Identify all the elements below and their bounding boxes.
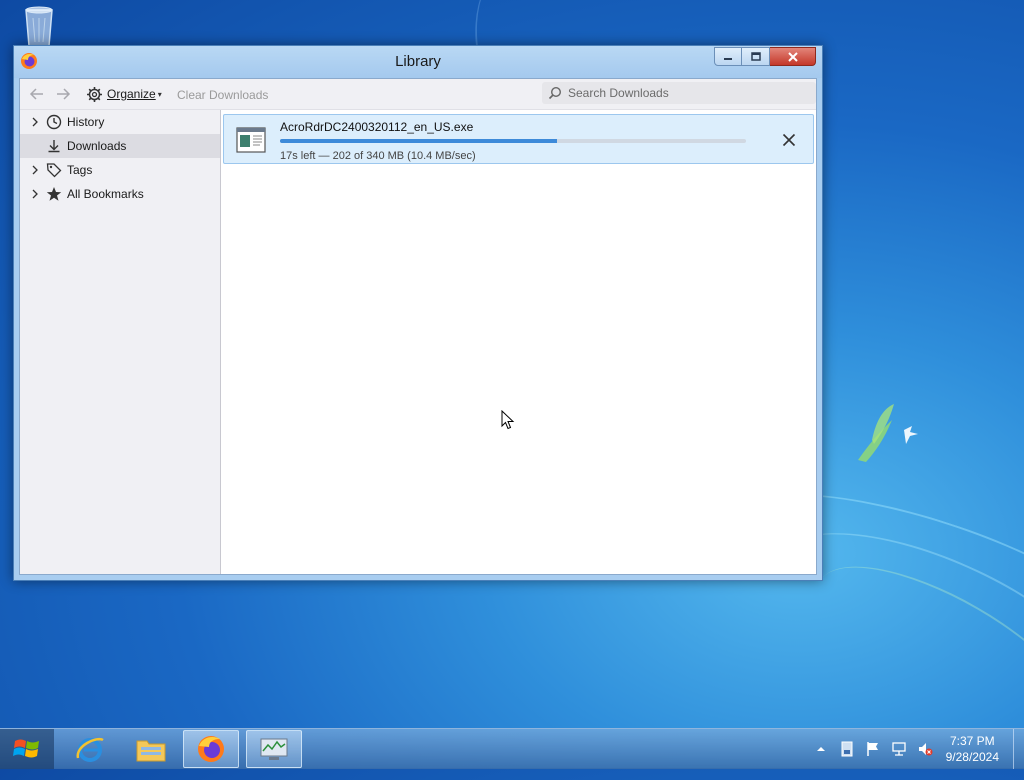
taskbar-clock[interactable]: 7:37 PM 9/28/2024 <box>946 733 999 765</box>
gear-icon <box>87 86 102 102</box>
window-controls <box>714 47 816 67</box>
system-tray: 7:37 PM 9/28/2024 <box>808 729 1024 769</box>
library-window: Library Organize ▾ Clear Downloads Searc… <box>13 45 823 581</box>
chevron-right-icon[interactable] <box>28 117 42 127</box>
chevron-right-icon[interactable] <box>28 165 42 175</box>
executable-file-icon <box>236 127 266 153</box>
maximize-icon <box>750 52 761 61</box>
start-button[interactable] <box>0 729 54 769</box>
download-icon <box>45 137 63 155</box>
search-icon <box>548 86 562 100</box>
search-box[interactable] <box>542 82 816 104</box>
sidebar-tree: History Downloads Tags All Bookmarks <box>20 110 221 574</box>
volume-muted-icon[interactable] <box>917 741 933 757</box>
back-arrow-icon[interactable] <box>28 85 46 103</box>
file-explorer-button[interactable] <box>123 730 179 768</box>
title-bar[interactable]: Library <box>14 46 822 78</box>
show-desktop-button[interactable] <box>1013 729 1024 769</box>
performance-monitor-button[interactable] <box>246 730 302 768</box>
close-icon <box>787 51 798 62</box>
downloads-list: AcroRdrDC2400320112_en_US.exe 17s left —… <box>221 110 816 574</box>
clock-time: 7:37 PM <box>949 734 995 748</box>
chevron-down-icon: ▾ <box>157 89 162 99</box>
mouse-cursor-icon <box>501 410 515 430</box>
download-filename: AcroRdrDC2400320112_en_US.exe <box>280 120 474 134</box>
tag-icon <box>45 161 63 179</box>
library-client-area: Organize ▾ Clear Downloads Histo <box>19 78 817 575</box>
minimize-icon <box>724 57 732 60</box>
firefox-taskbar-button[interactable] <box>183 730 239 768</box>
cancel-download-button[interactable] <box>779 130 799 150</box>
action-center-icon[interactable] <box>839 741 855 757</box>
window-title: Library <box>395 53 441 70</box>
firefox-icon <box>198 736 224 762</box>
download-status: 17s left — 202 of 340 MB (10.4 MB/sec) <box>280 150 476 162</box>
toolbar: Organize ▾ Clear Downloads <box>20 79 816 110</box>
forward-arrow-icon[interactable] <box>54 85 72 103</box>
sidebar-item-history[interactable]: History <box>20 110 220 134</box>
chevron-right-icon[interactable] <box>28 189 42 199</box>
close-icon <box>782 133 796 147</box>
download-progress-fill <box>280 139 557 143</box>
clock-date: 9/28/2024 <box>945 750 999 764</box>
internet-explorer-button[interactable] <box>62 730 118 768</box>
flag-icon[interactable] <box>865 741 881 757</box>
wallpaper-bird-icon <box>858 404 918 462</box>
sidebar-item-label: Downloads <box>67 139 127 153</box>
sidebar-item-label: All Bookmarks <box>67 187 144 201</box>
internet-explorer-icon <box>76 737 104 762</box>
download-progress-bar <box>280 139 746 143</box>
maximize-button[interactable] <box>742 47 770 66</box>
minimize-button[interactable] <box>714 47 742 66</box>
star-icon <box>45 185 63 203</box>
sidebar-item-all-bookmarks[interactable]: All Bookmarks <box>20 182 220 206</box>
search-input[interactable] <box>566 85 800 101</box>
network-icon[interactable] <box>891 741 907 757</box>
download-item[interactable]: AcroRdrDC2400320112_en_US.exe 17s left —… <box>223 114 814 164</box>
sidebar-item-downloads[interactable]: Downloads <box>20 134 220 158</box>
sidebar-item-label: History <box>67 115 105 129</box>
clear-downloads-button[interactable]: Clear Downloads <box>177 88 268 102</box>
recycle-bin-icon[interactable] <box>20 4 58 48</box>
close-button[interactable] <box>770 47 816 66</box>
organize-label: Organize <box>107 87 156 101</box>
clock-icon <box>45 113 63 131</box>
taskbar: 7:37 PM 9/28/2024 <box>0 728 1024 769</box>
chevron-up-icon[interactable] <box>813 741 829 757</box>
windows-logo-icon <box>13 739 39 758</box>
performance-monitor-icon <box>260 738 288 760</box>
sidebar-item-label: Tags <box>67 163 93 177</box>
file-explorer-icon <box>136 740 166 762</box>
sidebar-item-tags[interactable]: Tags <box>20 158 220 182</box>
organize-button[interactable]: Organize ▾ <box>86 84 162 104</box>
